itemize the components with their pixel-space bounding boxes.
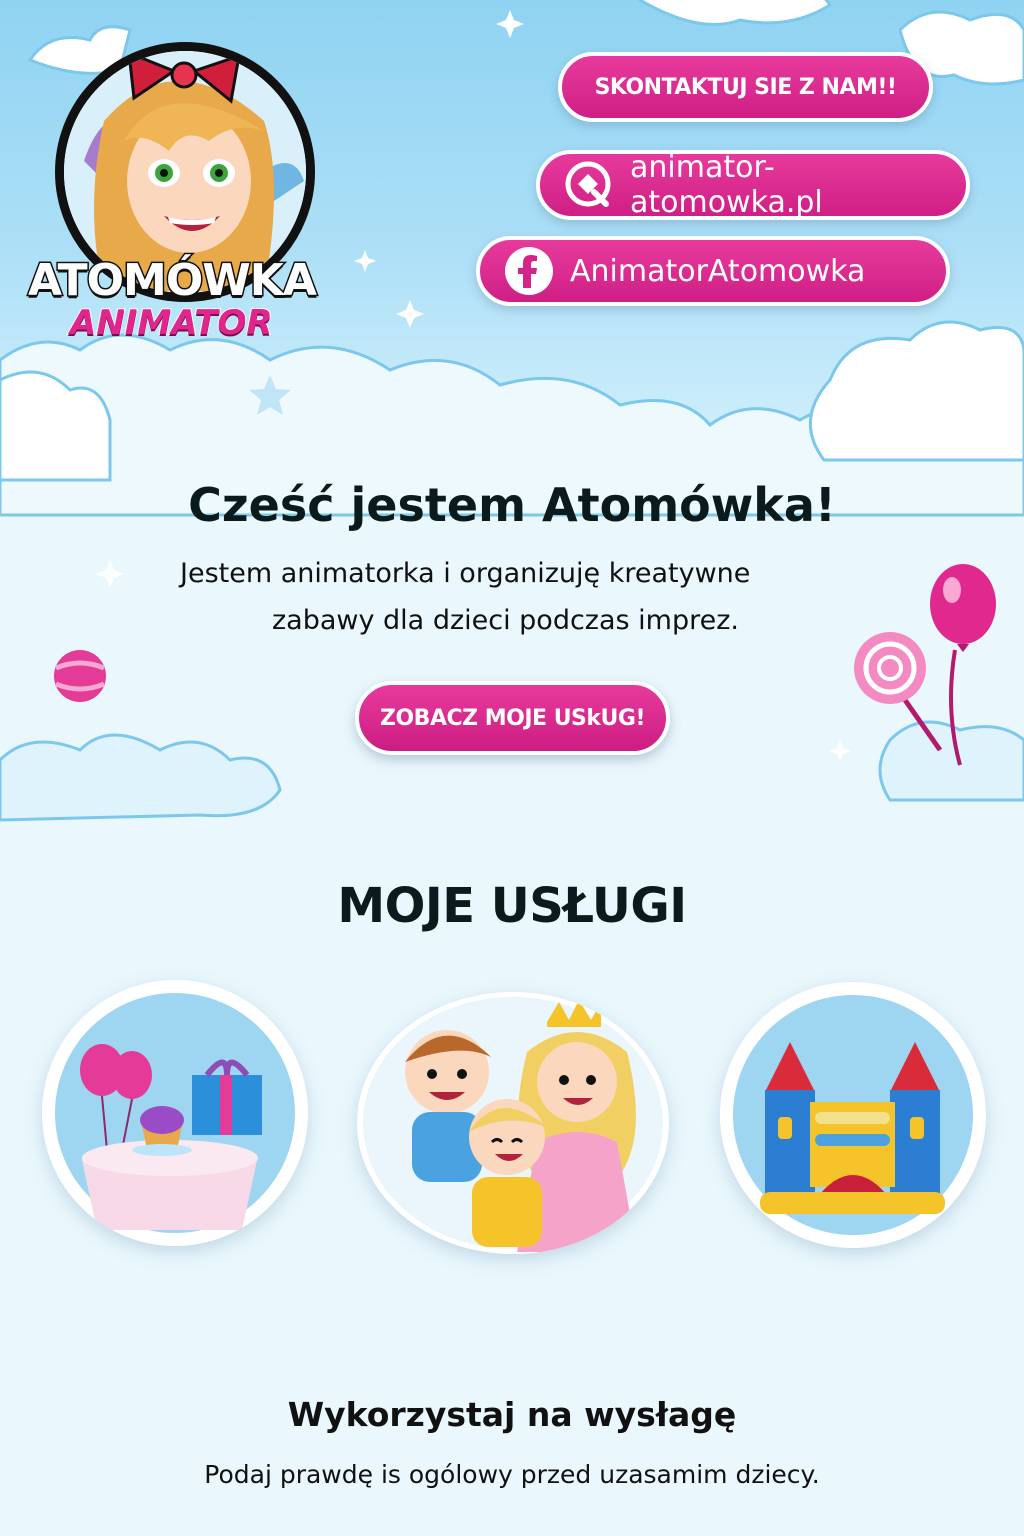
facebook-link[interactable]: AnimatorAtomowka	[476, 236, 950, 306]
globe-icon	[565, 161, 611, 207]
see-services-button[interactable]: ZOBACZ MOJE USkUG!	[355, 681, 670, 755]
hero-subtitle-line-1: Jestem animatorka i organizuję kreatywne	[180, 558, 751, 589]
contact-button-label: SKONTAKTUJ SIE Z NAM!!	[594, 74, 897, 100]
kids-characters-icon	[363, 997, 663, 1252]
party-table-icon	[55, 993, 295, 1233]
website-link[interactable]: animator-atomowka.pl	[536, 150, 970, 220]
service-card-bouncy-castle[interactable]	[720, 982, 986, 1248]
bottom-subtitle: Podaj prawdę is ogólowy przed uzasamim d…	[204, 1460, 820, 1489]
logo-subtitle: ANIMATOR	[69, 302, 274, 344]
bouncy-castle-icon	[733, 995, 973, 1235]
bottom-title: Wykorzystaj na wysłagę	[287, 1395, 737, 1434]
contact-button[interactable]: SKONTAKTUJ SIE Z NAM!!	[558, 52, 933, 122]
facebook-icon	[505, 247, 553, 295]
service-card-kids[interactable]	[357, 992, 669, 1254]
services-title: MOJE USŁUGI	[337, 878, 687, 934]
see-services-label: ZOBACZ MOJE USkUG!	[380, 705, 645, 731]
logo-title: ATOMÓWKA	[27, 254, 319, 308]
facebook-label: AnimatorAtomowka	[570, 253, 866, 289]
service-card-party[interactable]	[42, 980, 308, 1246]
hero-title: Cześć jestem Atomówka!	[188, 478, 836, 532]
hero-subtitle-line-2: zabawy dla dzieci podczas imprez.	[272, 605, 739, 636]
website-label: animator-atomowka.pl	[630, 150, 823, 220]
